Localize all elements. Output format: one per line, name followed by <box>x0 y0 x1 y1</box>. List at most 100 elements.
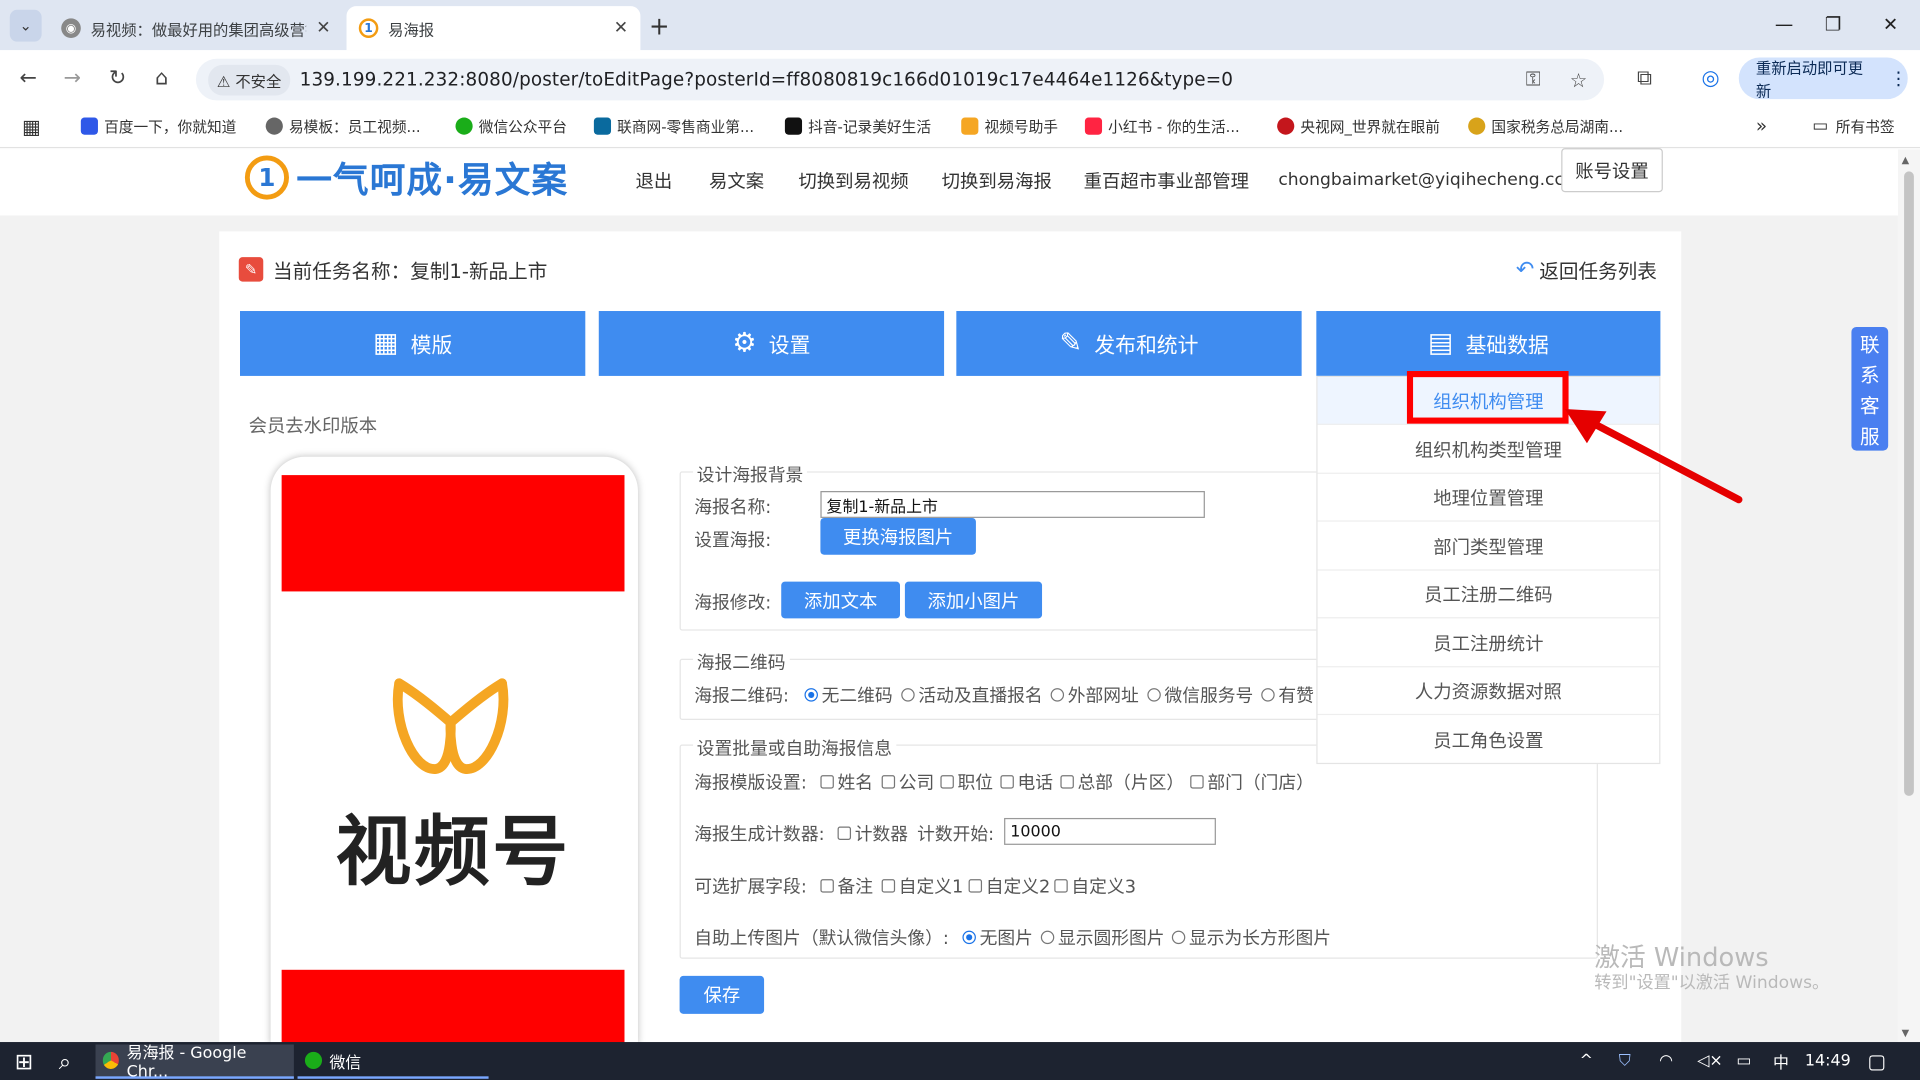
more-menu-icon[interactable]: ⋮ <box>1889 67 1907 89</box>
forward-arrow-icon[interactable]: → <box>54 60 91 97</box>
taskbar-chrome[interactable]: 易海报 - Google Chr... <box>95 1044 294 1080</box>
clock[interactable]: 14:49 <box>1805 1042 1851 1080</box>
tray-overflow-icon[interactable]: ^ <box>1580 1042 1593 1080</box>
add-text-button[interactable]: 添加文本 <box>781 581 901 619</box>
qr-option-none[interactable]: 无二维码 <box>804 682 893 707</box>
reload-icon[interactable]: ↻ <box>99 60 136 97</box>
nav-division-management[interactable]: 重百超市事业部管理 <box>1084 168 1249 194</box>
upload-option-none[interactable]: 无图片 <box>962 924 1033 950</box>
tab-yihaibao[interactable]: 1 易海报 ✕ <box>346 6 641 51</box>
radio[interactable] <box>901 688 915 702</box>
update-button[interactable]: 重新启动即可更新 ⋮ <box>1738 57 1908 100</box>
checkbox[interactable] <box>940 775 954 789</box>
back-to-task-list-link[interactable]: ↶ 返回任务列表 <box>1516 255 1657 284</box>
ext-option-remark[interactable]: 备注 <box>820 873 873 899</box>
tab-close-button[interactable]: ✕ <box>614 18 628 38</box>
save-button[interactable]: 保存 <box>679 975 765 1014</box>
home-icon[interactable]: ⌂ <box>143 60 180 97</box>
menu-item-hr-data-mapping[interactable]: 人力资源数据对照 <box>1317 667 1660 716</box>
menu-item-employee-register-qr[interactable]: 员工注册二维码 <box>1317 571 1660 619</box>
checkbox[interactable] <box>881 879 896 893</box>
search-icon[interactable]: ⌕ <box>51 1044 78 1078</box>
nav-yiwenan[interactable]: 易文案 <box>709 168 764 194</box>
nav-account-email[interactable]: chongbaimarket@yiqihecheng.cc <box>1278 170 1564 190</box>
template-option-name[interactable]: 姓名 <box>820 769 873 795</box>
volume-muted-icon[interactable]: ◁× <box>1697 1042 1723 1080</box>
upload-option-circle[interactable]: 显示圆形图片 <box>1040 924 1164 950</box>
new-tab-button[interactable]: + <box>649 11 670 40</box>
nav-switch-yishipin[interactable]: 切换到易视频 <box>798 168 908 194</box>
radio[interactable] <box>1261 688 1275 702</box>
template-option-phone[interactable]: 电话 <box>1000 769 1053 795</box>
ext-option-custom3[interactable]: 自定义3 <box>1054 873 1136 899</box>
wifi-icon[interactable]: ◠ <box>1659 1042 1673 1080</box>
checkbox[interactable] <box>1000 775 1014 789</box>
checkbox[interactable] <box>820 775 834 789</box>
tab-close-button[interactable]: ✕ <box>316 18 330 38</box>
windows-start-icon[interactable]: ⊞ <box>7 1044 40 1078</box>
ext-option-custom2[interactable]: 自定义2 <box>968 873 1050 899</box>
radio-checked[interactable] <box>962 930 976 945</box>
checkbox[interactable] <box>881 775 896 789</box>
apps-grid-icon[interactable]: ▦ <box>22 114 41 137</box>
checkbox[interactable] <box>837 826 852 841</box>
menu-item-dept-type-management[interactable]: 部门类型管理 <box>1317 523 1660 571</box>
notification-icon[interactable]: ▢ <box>1867 1042 1886 1080</box>
radio[interactable] <box>1040 930 1055 945</box>
all-bookmarks-button[interactable]: ▭ 所有书签 <box>1812 115 1894 137</box>
scroll-up-icon[interactable]: ▲ <box>1902 154 1910 165</box>
ext-option-custom1[interactable]: 自定义1 <box>881 873 963 899</box>
star-icon[interactable]: ☆ <box>1570 68 1588 91</box>
qr-option-wechat-service[interactable]: 微信服务号 <box>1147 682 1253 707</box>
bookmark-linkshop[interactable]: 联商网-零售商业第... <box>593 115 754 137</box>
radio-checked[interactable] <box>804 688 818 702</box>
bookmark-douyin[interactable]: 抖音-记录美好生活 <box>784 115 931 137</box>
account-settings-button[interactable]: 账号设置 <box>1561 148 1663 193</box>
radio[interactable] <box>1147 688 1161 702</box>
qr-option-youzan[interactable]: 有赞 <box>1261 682 1314 707</box>
template-option-title[interactable]: 职位 <box>940 769 993 795</box>
template-option-company[interactable]: 公司 <box>881 769 934 795</box>
address-bar[interactable]: ⚠ 不安全 139.199.221.232:8080/poster/toEdit… <box>195 58 1605 101</box>
bookmark-cctv[interactable]: 央视网_世界就在眼前 <box>1277 115 1440 137</box>
menu-item-employee-register-stats[interactable]: 员工注册统计 <box>1317 620 1660 668</box>
shield-icon[interactable]: ⛉ <box>1619 1042 1631 1080</box>
bookmark-channels[interactable]: 视频号助手 <box>961 115 1058 137</box>
security-warning[interactable]: ⚠ 不安全 <box>208 64 290 95</box>
extensions-icon[interactable]: ⧉ <box>1626 60 1663 97</box>
customer-service-button[interactable]: 联 系 客 服 <box>1851 326 1889 451</box>
checkbox[interactable] <box>820 879 834 893</box>
nav-switch-yihaibao[interactable]: 切换到易海报 <box>942 168 1052 194</box>
battery-icon[interactable]: ▭ <box>1736 1042 1751 1080</box>
menu-item-employee-role-settings[interactable]: 员工角色设置 <box>1318 716 1660 764</box>
radio[interactable] <box>1171 930 1186 945</box>
radio[interactable] <box>1050 688 1065 702</box>
tab-search-button[interactable]: ⌄ <box>9 9 42 42</box>
publish-stats-button[interactable]: ✎ 发布和统计 <box>956 311 1302 376</box>
key-icon[interactable]: ⚿ <box>1526 67 1541 91</box>
add-small-image-button[interactable]: 添加小图片 <box>904 581 1043 619</box>
settings-button[interactable]: ⚙ 设置 <box>598 311 945 376</box>
base-data-button[interactable]: ▤ 基础数据 <box>1316 311 1661 376</box>
change-poster-image-button[interactable]: 更换海报图片 <box>820 517 976 555</box>
bookmark-xiaohongshu[interactable]: 小红书 - 你的生活... <box>1084 115 1240 137</box>
poster-name-input[interactable] <box>820 491 1205 518</box>
back-arrow-icon[interactable]: ← <box>10 60 47 97</box>
scroll-down-icon[interactable]: ▼ <box>1902 1027 1910 1038</box>
bookmark-yimuban[interactable]: 易模板：员工视频... <box>265 115 421 137</box>
checkbox[interactable] <box>968 879 983 893</box>
taskbar-wechat[interactable]: 微信 <box>297 1044 489 1079</box>
tab-yishipin[interactable]: ◉ 易视频：做最好用的集团高级营销工具 ✕ <box>49 6 343 50</box>
scrollbar-thumb[interactable] <box>1904 171 1914 796</box>
ime-indicator[interactable]: 中 <box>1773 1042 1789 1080</box>
nav-logout[interactable]: 退出 <box>636 168 673 194</box>
template-option-hq[interactable]: 总部（片区） <box>1060 769 1184 795</box>
template-button[interactable]: ▦ 模版 <box>240 311 586 376</box>
qr-option-signup[interactable]: 活动及直播报名 <box>901 682 1043 707</box>
checkbox[interactable] <box>1060 775 1074 789</box>
checkbox[interactable] <box>1054 879 1068 893</box>
template-option-department[interactable]: 部门（门店） <box>1190 769 1314 795</box>
bookmark-baidu[interactable]: 百度一下，你就知道 <box>80 115 236 137</box>
bookmark-tax[interactable]: 国家税务总局湖南... <box>1468 115 1623 137</box>
more-bookmarks-button[interactable]: » <box>1756 115 1767 137</box>
